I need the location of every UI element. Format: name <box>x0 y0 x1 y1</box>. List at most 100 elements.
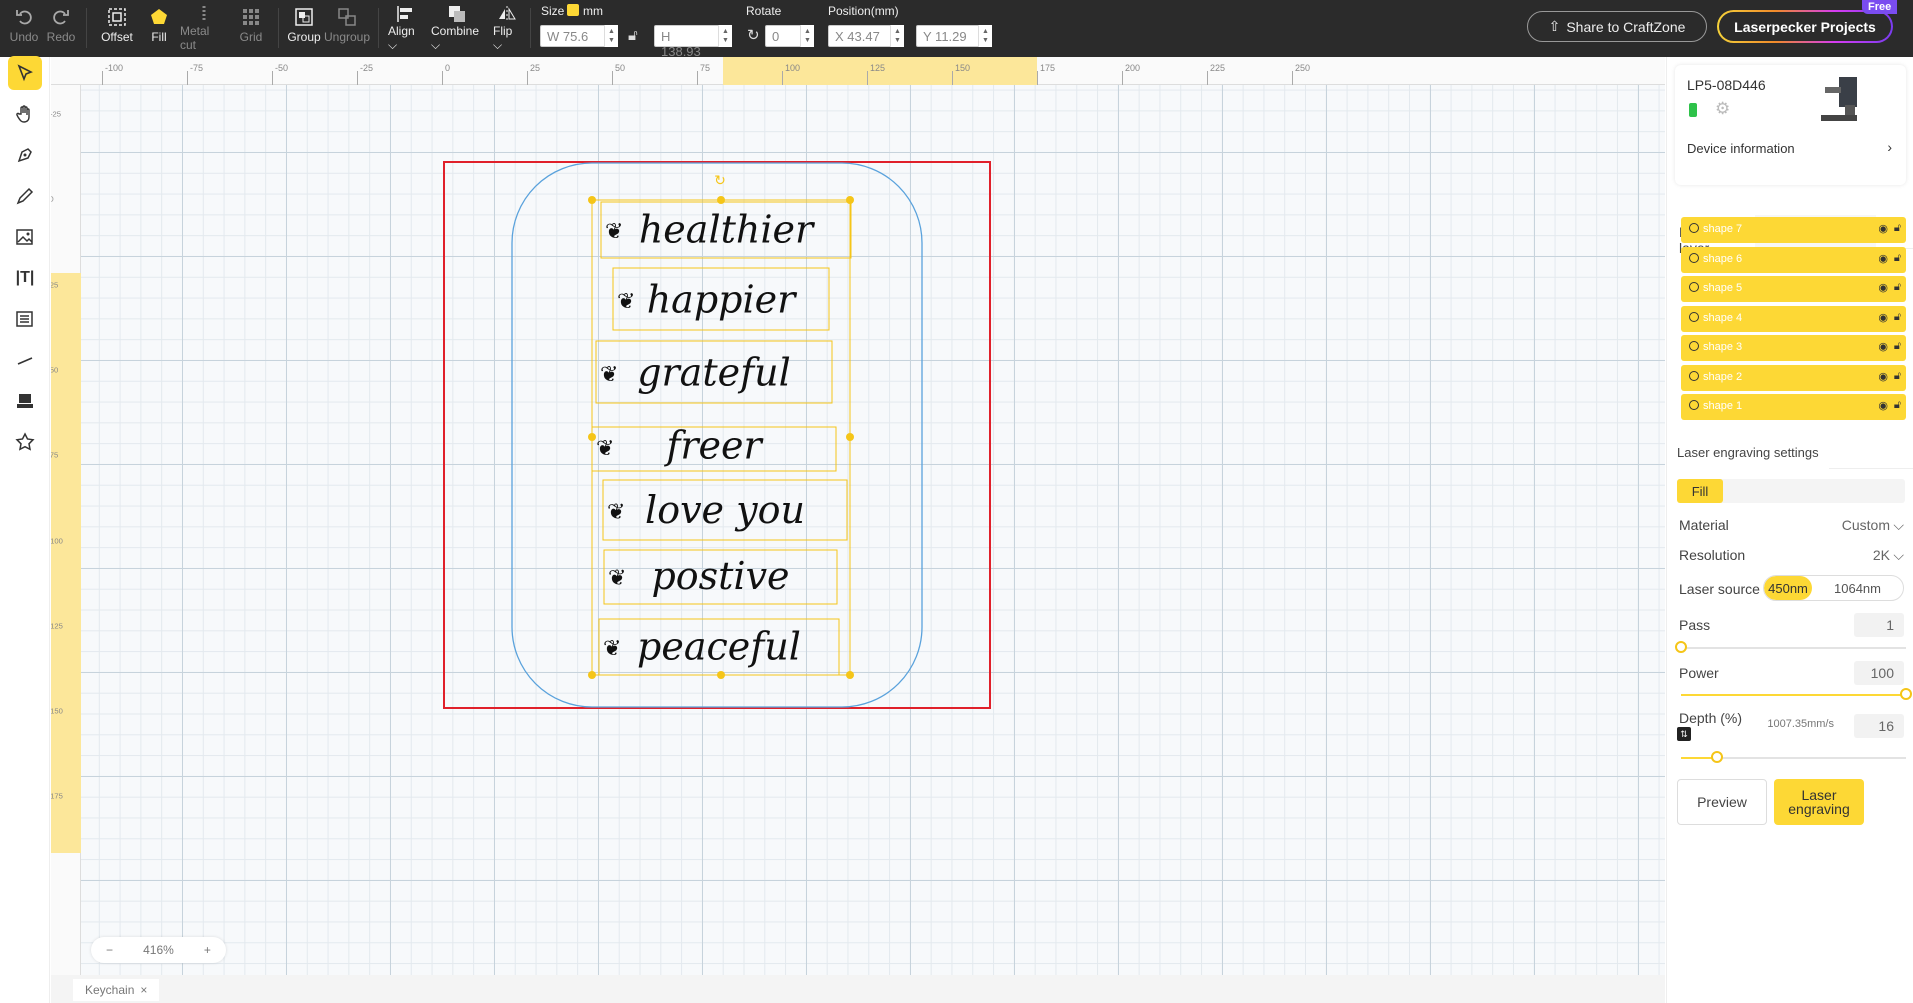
y-position-input[interactable]: Y 11.29 <box>916 25 980 47</box>
size-label: Size <box>541 4 565 18</box>
resolution-row[interactable]: Resolution 2K ⌵ <box>1679 547 1904 563</box>
lock-icon[interactable]: 🔓︎ <box>1894 370 1901 383</box>
design-canvas[interactable]: -100 -75 -50 -25 0 25 50 75 100 125 150 175 200 225 25… <box>51 57 1665 1003</box>
y-position-stepper[interactable]: ▲ ▼ <box>978 25 992 47</box>
image-icon[interactable] <box>8 220 42 254</box>
shape-icon <box>1689 341 1699 351</box>
eye-icon[interactable]: ◉ <box>1878 370 1888 383</box>
leaf-icon: ❦ <box>605 218 623 243</box>
depth-link-icon[interactable]: ⇅ <box>1677 727 1691 741</box>
shape-icon <box>1689 252 1699 263</box>
offset-button[interactable]: Offset <box>96 4 138 50</box>
shape-icon <box>1689 370 1699 381</box>
rotate-handle-icon[interactable]: ↻ <box>714 172 726 188</box>
fill-icon <box>149 4 169 30</box>
fill-button[interactable]: Fill <box>146 4 172 50</box>
ungroup-button[interactable]: Ungroup <box>324 4 370 50</box>
pen-icon[interactable] <box>8 138 42 172</box>
flip-button[interactable]: Flip ⌵ <box>493 4 521 52</box>
eye-icon[interactable]: ◉ <box>1878 399 1888 412</box>
file-tab[interactable]: Keychain × <box>73 979 160 1001</box>
source-450nm-button[interactable]: 450nm <box>1764 576 1812 600</box>
layer-item[interactable]: shape 4 ◉ 🔓︎ <box>1681 305 1906 332</box>
layer-item[interactable]: shape 3 ◉ 🔓︎ <box>1681 335 1906 361</box>
device-info-link[interactable]: Device information <box>1687 141 1795 156</box>
layer-item[interactable]: shape 6 ◉ 🔓︎ <box>1681 246 1906 273</box>
eye-icon[interactable]: ◉ <box>1878 340 1888 353</box>
pass-input[interactable]: 1 <box>1854 613 1904 637</box>
chevron-right-icon[interactable]: › <box>1887 139 1892 155</box>
unit-lock-icon[interactable] <box>567 4 579 16</box>
layer-name: shape 3 <box>1703 341 1743 353</box>
share-craftzone-button[interactable]: ⇧ Share to CraftZone <box>1527 11 1707 42</box>
material-row[interactable]: Material Custom ⌵ <box>1679 517 1904 533</box>
group-button[interactable]: Group <box>287 4 321 50</box>
metal-cut-button[interactable]: Metal cut <box>180 4 228 52</box>
settings-header: Laser engraving settings <box>1667 435 1913 469</box>
line-icon[interactable] <box>8 343 42 377</box>
pass-row: Pass 1 <box>1679 613 1904 637</box>
layer-name: shape 4 <box>1703 311 1743 324</box>
laserpecker-projects-button[interactable]: Laserpecker Projects <box>1717 10 1893 43</box>
free-badge: Free <box>1862 0 1898 14</box>
device-card: LP5-08D446 ⚙ Device information › <box>1675 65 1906 185</box>
height-input[interactable]: H 138.93 <box>654 25 720 59</box>
lock-icon[interactable]: 🔓︎ <box>1894 311 1901 324</box>
rotate-icon: ↻ <box>747 27 760 44</box>
align-button[interactable]: Align ⌵ <box>388 4 422 52</box>
lock-icon[interactable]: 🔓︎ <box>1894 281 1901 294</box>
undo-button[interactable]: Undo <box>8 4 40 50</box>
zoom-out-button[interactable]: − <box>106 943 113 957</box>
rotate-stepper[interactable]: ▲ ▼ <box>800 25 814 47</box>
layer-name: shape 1 <box>1703 400 1743 412</box>
width-stepper[interactable]: ▲ ▼ <box>604 25 618 47</box>
pencil-icon[interactable] <box>8 179 42 213</box>
layer-item[interactable]: shape 1 ◉ 🔓︎ <box>1681 394 1906 420</box>
preview-button[interactable]: Preview <box>1677 779 1767 825</box>
laser-engraving-button[interactable]: Laser engraving <box>1774 779 1864 825</box>
gear-icon[interactable]: ⚙ <box>1715 99 1730 119</box>
layer-item[interactable]: shape 7 ◉ 🔓︎ <box>1681 217 1906 243</box>
text-icon[interactable]: |T| <box>8 261 42 295</box>
align-icon <box>395 4 415 24</box>
x-position-stepper[interactable]: ▲ ▼ <box>890 25 904 47</box>
leaf-icon: ❦ <box>596 436 614 461</box>
lock-icon[interactable]: 🔓︎ <box>1894 340 1901 353</box>
select-tool-icon[interactable] <box>8 56 42 90</box>
engraving-word: freer <box>663 424 764 468</box>
table-icon[interactable] <box>8 302 42 336</box>
engraving-word: love you <box>645 488 805 532</box>
close-icon[interactable]: × <box>140 983 147 997</box>
depth-slider[interactable] <box>1681 751 1906 763</box>
eye-icon[interactable]: ◉ <box>1878 281 1888 294</box>
ungroup-icon <box>337 4 357 30</box>
combine-button[interactable]: Combine ⌵ <box>431 4 483 52</box>
eye-icon[interactable]: ◉ <box>1878 252 1888 265</box>
power-input[interactable]: 100 <box>1854 661 1904 685</box>
combine-icon <box>447 4 467 24</box>
redo-button[interactable]: Redo <box>46 4 76 50</box>
x-position-input[interactable]: X 43.47 <box>828 25 892 47</box>
layer-item[interactable]: shape 2 ◉ 🔓︎ <box>1681 364 1906 391</box>
width-input[interactable]: W 75.6 <box>540 25 606 47</box>
fill-mode-button[interactable]: Fill <box>1677 479 1723 503</box>
pass-slider[interactable] <box>1675 641 1906 653</box>
eye-icon[interactable]: ◉ <box>1878 311 1888 324</box>
zoom-in-button[interactable]: + <box>204 943 211 957</box>
aspect-lock-icon[interactable]: 🔓︎ <box>628 27 638 44</box>
source-1064nm-button[interactable]: 1064nm <box>1812 576 1903 600</box>
stamp-icon[interactable] <box>8 384 42 418</box>
lock-icon[interactable]: 🔓︎ <box>1894 252 1901 265</box>
eye-icon[interactable]: ◉ <box>1878 222 1888 235</box>
lock-icon[interactable]: 🔓︎ <box>1894 222 1901 235</box>
shape-icon <box>1689 311 1699 322</box>
hand-icon[interactable] <box>8 97 42 131</box>
depth-input[interactable]: 16 <box>1854 714 1904 738</box>
height-stepper[interactable]: ▲ ▼ <box>718 25 732 47</box>
layer-item[interactable]: shape 5 ◉ 🔓︎ <box>1681 276 1906 302</box>
power-slider[interactable] <box>1681 688 1912 700</box>
grid-button[interactable]: Grid <box>235 4 267 50</box>
sticker-icon[interactable] <box>8 425 42 459</box>
lock-icon[interactable]: 🔓︎ <box>1894 399 1901 412</box>
rotate-input[interactable]: 0 <box>765 25 803 47</box>
